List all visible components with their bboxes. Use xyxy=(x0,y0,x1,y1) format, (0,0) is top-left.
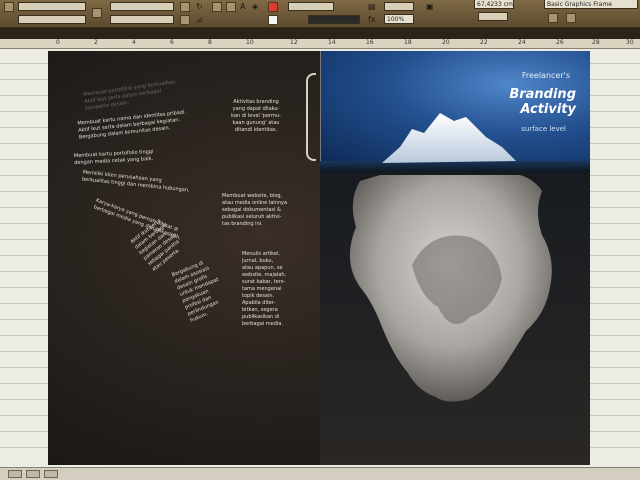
opacity-field[interactable] xyxy=(384,2,414,11)
stroke-type-select[interactable] xyxy=(308,15,360,24)
page-navigation-button[interactable] xyxy=(8,470,22,478)
ruler-label: 30 xyxy=(626,39,634,46)
text-wrap-icon[interactable]: ▤ xyxy=(368,2,376,12)
ruler-label: 8 xyxy=(208,39,212,46)
title-subtitle[interactable]: surface level xyxy=(521,125,566,133)
shear-icon[interactable]: ⊿ xyxy=(196,15,203,25)
writing-activities-text[interactable]: Menulis artikel, jurnal, buku, atau apap… xyxy=(242,251,306,328)
left-page[interactable]: Membuat portofolio yang berkualitas. Akt… xyxy=(48,51,320,465)
constrain-proportions-icon[interactable] xyxy=(92,8,102,18)
document-tab-bar xyxy=(0,28,640,39)
ruler-label: 22 xyxy=(480,39,488,46)
fan-text[interactable]: Memiliki klien perusahaan yang berkualit… xyxy=(82,169,191,194)
status-bar xyxy=(0,467,640,480)
clear-overrides-icon[interactable] xyxy=(548,13,558,23)
ruler-label: 18 xyxy=(404,39,412,46)
effects-icon[interactable]: fx xyxy=(368,15,376,25)
fan-text[interactable]: Membuat kartu nama dan identitas pribadi… xyxy=(77,109,188,141)
website-activities-text[interactable]: Membuat website, blog, atau media online… xyxy=(222,193,306,228)
scale-x-icon[interactable] xyxy=(180,2,190,12)
reference-field[interactable] xyxy=(478,12,508,21)
flip-horizontal-icon[interactable] xyxy=(212,2,222,12)
ruler-label: 28 xyxy=(592,39,600,46)
ruler-label: 0 xyxy=(56,39,60,46)
iceberg-tip xyxy=(382,113,516,163)
object-style-select[interactable]: Basic Graphics Frame xyxy=(544,0,638,9)
fan-text[interactable]: Bergabung di dalam asosiasi desain grafi… xyxy=(171,257,230,324)
width-field[interactable] xyxy=(110,2,174,11)
surface-activities-text[interactable]: Aktivitas branding yang dapat dilaku- ka… xyxy=(220,99,292,134)
ruler-label: 2 xyxy=(94,39,98,46)
select-container-icon[interactable]: A xyxy=(240,2,245,12)
coordinate-field[interactable]: 67,4233 cm xyxy=(474,0,514,9)
fitting-icon[interactable]: ▣ xyxy=(426,2,434,12)
select-content-icon[interactable]: ◈ xyxy=(252,2,258,12)
stroke-swatch-icon[interactable] xyxy=(268,15,278,25)
ruler-label: 6 xyxy=(170,39,174,46)
reference-point-icon[interactable] xyxy=(4,2,14,12)
ruler-label: 10 xyxy=(246,39,254,46)
right-page[interactable]: Freelancer's Branding Activity surface l… xyxy=(320,51,590,465)
fill-swatch-icon[interactable] xyxy=(268,2,278,12)
ruler-label: 26 xyxy=(556,39,564,46)
page-menu-button[interactable] xyxy=(26,470,40,478)
page-title[interactable]: Branding Activity xyxy=(456,87,576,117)
ruler-label: 16 xyxy=(366,39,374,46)
height-field[interactable] xyxy=(110,15,174,24)
document-spread[interactable]: Membuat portofolio yang berkualitas. Akt… xyxy=(48,51,590,465)
rotate-icon[interactable]: ↻ xyxy=(196,2,203,12)
preflight-button[interactable] xyxy=(44,470,58,478)
x-field[interactable] xyxy=(18,2,86,11)
title-prefix[interactable]: Freelancer's xyxy=(522,71,570,80)
ruler-label: 4 xyxy=(132,39,136,46)
flip-vertical-icon[interactable] xyxy=(226,2,236,12)
apply-style-icon[interactable] xyxy=(566,13,576,23)
stroke-weight-field[interactable] xyxy=(288,2,334,11)
ruler-label: 14 xyxy=(328,39,336,46)
horizontal-ruler[interactable]: 0 2 4 6 8 10 12 14 16 18 20 22 24 26 28 … xyxy=(0,39,640,49)
y-field[interactable] xyxy=(18,15,86,24)
fan-text[interactable]: Membuat kartu portofolio tinggi dengan m… xyxy=(74,149,154,167)
ruler-label: 12 xyxy=(290,39,298,46)
surface-bracket xyxy=(306,73,316,161)
scale-y-icon[interactable] xyxy=(180,15,190,25)
control-panel: ↻ ⊿ A ◈ ▤ fx 100% ▣ 67,4233 cm Basic Gra… xyxy=(0,0,640,28)
fan-text[interactable]: Membuat portofolio yang berkualitas. Akt… xyxy=(83,78,185,113)
ruler-label: 24 xyxy=(518,39,526,46)
ruler-label: 20 xyxy=(442,39,450,46)
zoom-field[interactable]: 100% xyxy=(384,14,414,24)
